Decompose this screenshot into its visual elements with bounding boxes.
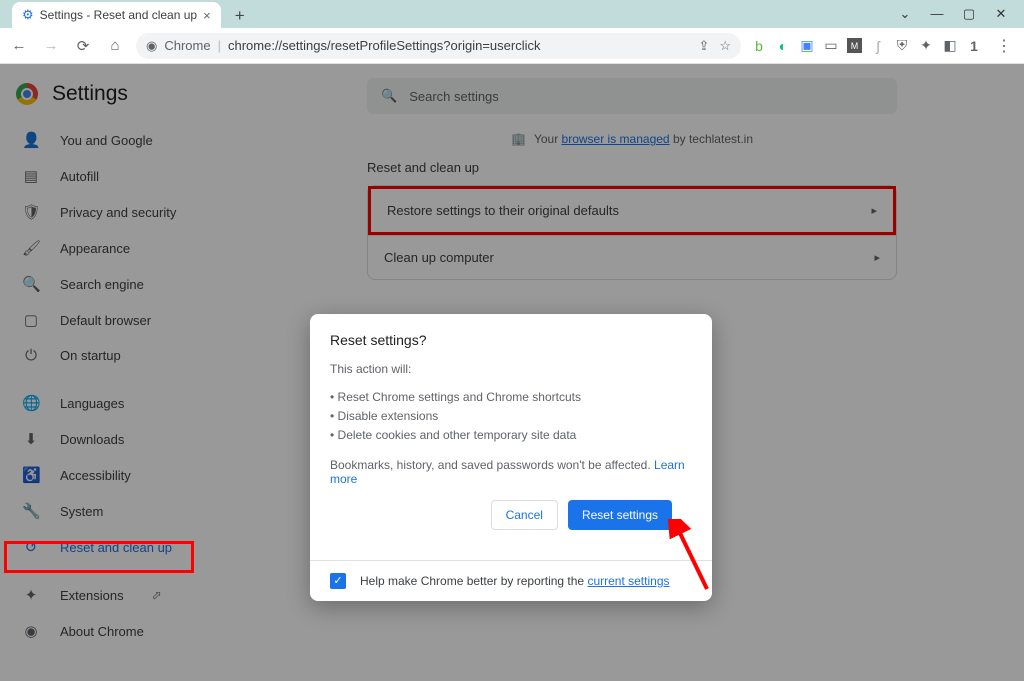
url-text: chrome://settings/resetProfileSettings?o… — [228, 38, 541, 53]
forward-button[interactable]: → — [40, 37, 62, 54]
ext-icon-1[interactable]: b — [751, 38, 767, 54]
home-button[interactable]: ⌂ — [104, 37, 126, 54]
dialog-intro: This action will: — [330, 362, 692, 376]
ext-icon-3[interactable]: ▣ — [799, 38, 815, 54]
share-icon[interactable]: ⇪ — [698, 38, 709, 54]
site-info-icon: ◉ — [146, 38, 157, 54]
content-area: Settings 👤You and Google ▤Autofill 🛡Priv… — [0, 64, 1024, 681]
browser-tab[interactable]: ⚙ Settings - Reset and clean up × — [12, 2, 221, 28]
tab-strip: ⚙ Settings - Reset and clean up × + — [6, 0, 253, 28]
close-window-button[interactable]: ✕ — [994, 6, 1008, 22]
browser-toolbar: ← → ⟳ ⌂ ◉ Chrome | chrome://settings/res… — [0, 28, 1024, 64]
reset-settings-dialog: Reset settings? This action will: • Rese… — [310, 314, 712, 601]
chrome-menu-button[interactable]: ⋮ — [992, 36, 1016, 56]
reload-button[interactable]: ⟳ — [72, 37, 94, 55]
ext-icon-7[interactable]: ⛨ — [894, 38, 910, 54]
tab-title: Settings - Reset and clean up — [40, 8, 197, 22]
ext-icon-5[interactable]: M — [847, 38, 862, 53]
window-controls: ⌄ — ▢ ✕ — [898, 6, 1018, 22]
maximize-button[interactable]: ▢ — [962, 6, 976, 22]
ext-icon-9[interactable]: 1 — [966, 38, 982, 54]
close-tab-icon[interactable]: × — [203, 8, 211, 23]
ext-icon-4[interactable]: ▭ — [823, 38, 839, 54]
dialog-title: Reset settings? — [330, 332, 692, 348]
extensions-puzzle-icon[interactable]: ✦ — [918, 38, 934, 54]
reset-settings-button[interactable]: Reset settings — [568, 500, 672, 530]
ext-icon-6[interactable]: ʃ — [870, 38, 886, 54]
gear-icon: ⚙ — [22, 7, 34, 23]
bookmark-star-icon[interactable]: ☆ — [719, 38, 731, 54]
extension-icons: b ◐ ▣ ▭ M ʃ ⛨ ✦ ◧ 1 — [751, 38, 982, 54]
ext-icon-8[interactable]: ◧ — [942, 38, 958, 54]
dialog-note: Bookmarks, history, and saved passwords … — [330, 458, 692, 486]
new-tab-button[interactable]: + — [227, 4, 253, 28]
address-bar[interactable]: ◉ Chrome | chrome://settings/resetProfil… — [136, 33, 741, 59]
chevron-down-icon[interactable]: ⌄ — [898, 6, 912, 22]
dialog-footer: ✓ Help make Chrome better by reporting t… — [310, 560, 712, 601]
ext-icon-2[interactable]: ◐ — [775, 38, 791, 54]
window-titlebar: ⚙ Settings - Reset and clean up × + ⌄ — … — [0, 0, 1024, 28]
minimize-button[interactable]: — — [930, 6, 944, 22]
cancel-button[interactable]: Cancel — [491, 500, 558, 530]
report-checkbox[interactable]: ✓ — [330, 573, 346, 589]
annotation-highlight — [4, 541, 194, 573]
back-button[interactable]: ← — [8, 37, 30, 54]
url-scheme-label: Chrome — [164, 38, 210, 53]
dialog-bullets: • Reset Chrome settings and Chrome short… — [330, 388, 692, 446]
current-settings-link[interactable]: current settings — [587, 574, 669, 588]
